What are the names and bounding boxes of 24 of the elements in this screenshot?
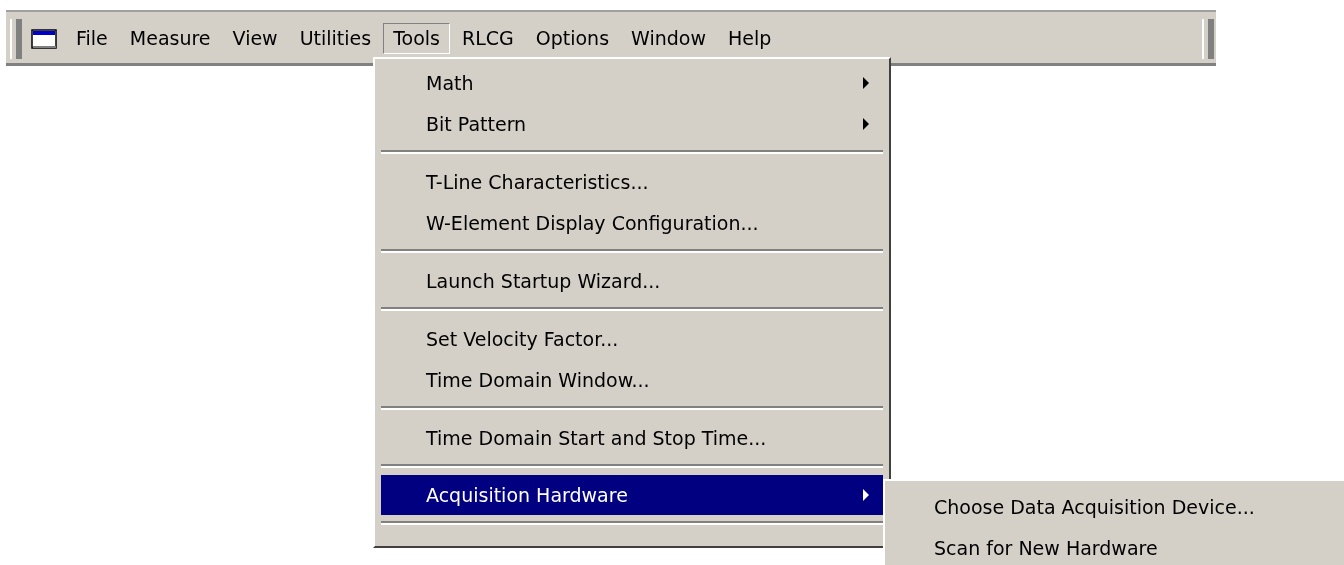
menu-item[interactable]: Acquisition Hardware	[381, 475, 883, 515]
menu-item[interactable]: RLCG	[451, 23, 524, 54]
menu-item[interactable]: File	[66, 23, 118, 54]
menu-item[interactable]: Window	[621, 23, 716, 54]
menu-item[interactable]: Launch Startup Wizard...	[381, 260, 883, 301]
menu-item[interactable]: Math	[381, 62, 883, 103]
menu-item[interactable]: T-Line Characteristics...	[381, 161, 883, 202]
menu-item[interactable]: Time Domain Start and Stop Time...	[381, 417, 883, 458]
menu-item[interactable]: W-Element Display Configuration...	[381, 202, 883, 243]
window-icon	[31, 28, 57, 49]
menu-item[interactable]: Bit Pattern	[381, 103, 883, 144]
menu-item[interactable]: View	[222, 23, 288, 54]
menu-item[interactable]: Options	[525, 23, 620, 54]
menu-item[interactable]: Utilities	[289, 23, 382, 54]
submenu-arrow-icon	[863, 489, 869, 501]
menu-item[interactable]: Help	[718, 23, 782, 54]
menu-item[interactable]: Scan for New Hardware	[885, 527, 1344, 565]
menu-item[interactable]: Measure	[119, 23, 221, 54]
menu-item[interactable]: Choose Data Acquisition Device...	[885, 486, 1344, 527]
menu-item[interactable]: Tools	[383, 23, 450, 54]
submenu-arrow-icon	[863, 76, 869, 89]
submenu-arrow-icon	[863, 117, 869, 130]
menu-item[interactable]: Set Velocity Factor...	[381, 318, 883, 359]
menu-item[interactable]: Time Domain Window...	[381, 359, 883, 400]
